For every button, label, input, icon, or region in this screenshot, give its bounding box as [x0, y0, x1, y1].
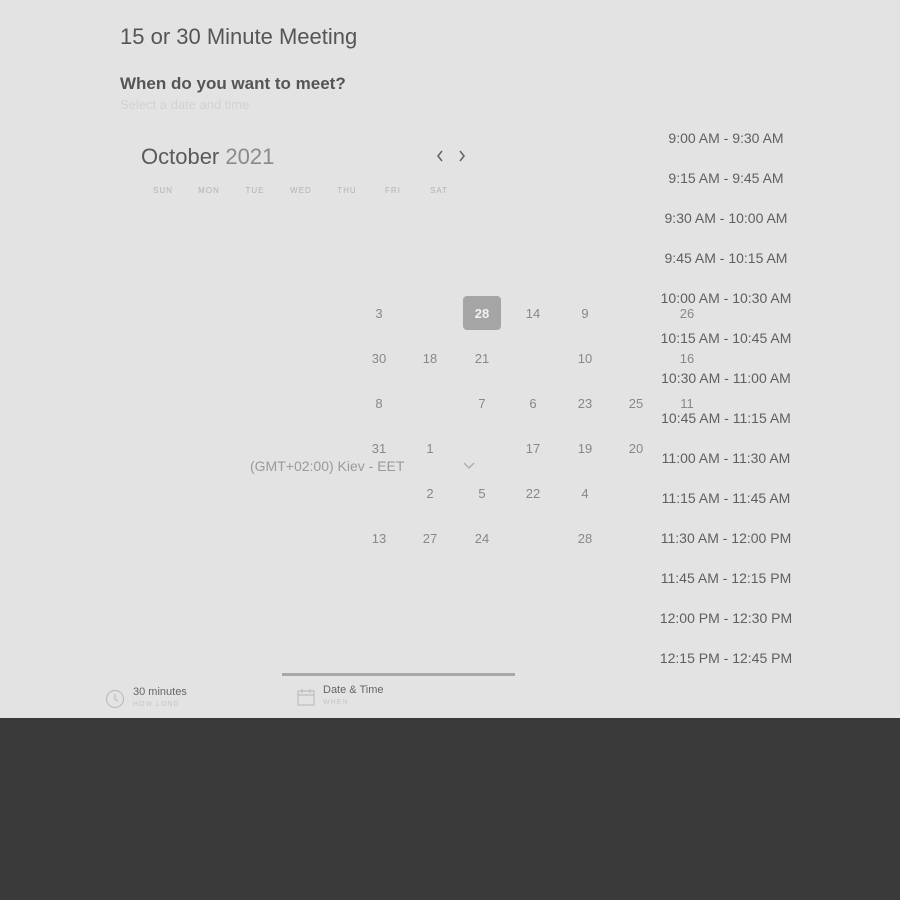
- calendar-day[interactable]: 18: [411, 341, 449, 375]
- calendar-day[interactable]: 2: [411, 476, 449, 510]
- calendar-day[interactable]: 10: [566, 341, 604, 375]
- weekday-label: FRI: [385, 186, 401, 195]
- page-title: 15 or 30 Minute Meeting: [120, 24, 358, 49]
- time-slot-button[interactable]: 9:15 AM - 9:45 AM: [640, 158, 812, 198]
- footer-band: [0, 718, 900, 900]
- calendar-day[interactable]: 3: [360, 296, 398, 330]
- year-label: 2021: [225, 144, 275, 169]
- time-slot-button[interactable]: 9:45 AM - 10:15 AM: [640, 238, 812, 278]
- month-label: October: [141, 144, 220, 169]
- time-slot-button[interactable]: 10:00 AM - 10:30 AM: [640, 278, 812, 318]
- weekday-label: THU: [337, 186, 357, 195]
- time-slot-button[interactable]: 11:15 AM - 11:45 AM: [640, 478, 812, 518]
- weekday-label: SAT: [430, 186, 448, 195]
- calendar-day[interactable]: 19: [566, 431, 604, 465]
- weekday-label: TUE: [245, 186, 265, 195]
- duration-label: 30 minutes: [133, 686, 187, 698]
- question-heading: When do you want to meet?: [120, 74, 346, 93]
- weekday-label: SUN: [153, 186, 173, 195]
- clock-icon: [105, 689, 125, 709]
- datetime-label: Date & Time: [323, 684, 384, 696]
- prev-month-button[interactable]: [431, 146, 449, 166]
- step-progress-bar: [282, 673, 515, 676]
- calendar-day[interactable]: 23: [566, 386, 604, 420]
- duration-sublabel: HOW LONG: [133, 701, 180, 708]
- calendar-day[interactable]: 30: [360, 341, 398, 375]
- time-slot-button[interactable]: 9:00 AM - 9:30 AM: [640, 118, 812, 158]
- next-month-button[interactable]: [453, 146, 471, 166]
- calendar-day[interactable]: 14: [514, 296, 552, 330]
- timezone-select[interactable]: (GMT+02:00) Kiev - EET: [250, 458, 404, 474]
- time-slot-button[interactable]: 11:30 AM - 12:00 PM: [640, 518, 812, 558]
- calendar-day[interactable]: 21: [463, 341, 501, 375]
- calendar-day[interactable]: 9: [566, 296, 604, 330]
- calendar-day[interactable]: 5: [463, 476, 501, 510]
- calendar-day[interactable]: 7: [463, 386, 501, 420]
- datetime-sublabel: WHEN: [323, 699, 349, 706]
- calendar-day[interactable]: 8: [360, 386, 398, 420]
- time-slot-button[interactable]: 11:45 AM - 12:15 PM: [640, 558, 812, 598]
- calendar-day[interactable]: 22: [514, 476, 552, 510]
- weekday-label: WED: [290, 186, 312, 195]
- chevron-down-icon: [463, 462, 475, 469]
- calendar-day[interactable]: 24: [463, 521, 501, 555]
- calendar-day[interactable]: 28: [566, 521, 604, 555]
- time-slot-button[interactable]: 9:30 AM - 10:00 AM: [640, 198, 812, 238]
- chevron-left-icon: [436, 150, 443, 162]
- weekday-label: MON: [198, 186, 220, 195]
- time-slot-button[interactable]: 11:00 AM - 11:30 AM: [640, 438, 812, 478]
- calendar-day[interactable]: 6: [514, 386, 552, 420]
- calendar-day[interactable]: 4: [566, 476, 604, 510]
- time-slot-button[interactable]: 10:45 AM - 11:15 AM: [640, 398, 812, 438]
- time-slot-button[interactable]: 10:15 AM - 10:45 AM: [640, 318, 812, 358]
- booking-page: 15 or 30 Minute Meeting When do you want…: [0, 0, 900, 718]
- calendar-day[interactable]: 28: [463, 296, 501, 330]
- calendar-day[interactable]: 17: [514, 431, 552, 465]
- calendar-day[interactable]: 1: [411, 431, 449, 465]
- chevron-right-icon: [459, 150, 466, 162]
- calendar-icon: [297, 689, 315, 706]
- time-slot-button[interactable]: 12:00 PM - 12:30 PM: [640, 598, 812, 638]
- time-slot-button[interactable]: 12:15 PM - 12:45 PM: [640, 638, 812, 678]
- month-year-label: October 2021: [141, 144, 274, 170]
- calendar-day[interactable]: 27: [411, 521, 449, 555]
- calendar-day[interactable]: 13: [360, 521, 398, 555]
- time-slot-button[interactable]: 10:30 AM - 11:00 AM: [640, 358, 812, 398]
- hint-text: Select a date and time: [120, 97, 250, 112]
